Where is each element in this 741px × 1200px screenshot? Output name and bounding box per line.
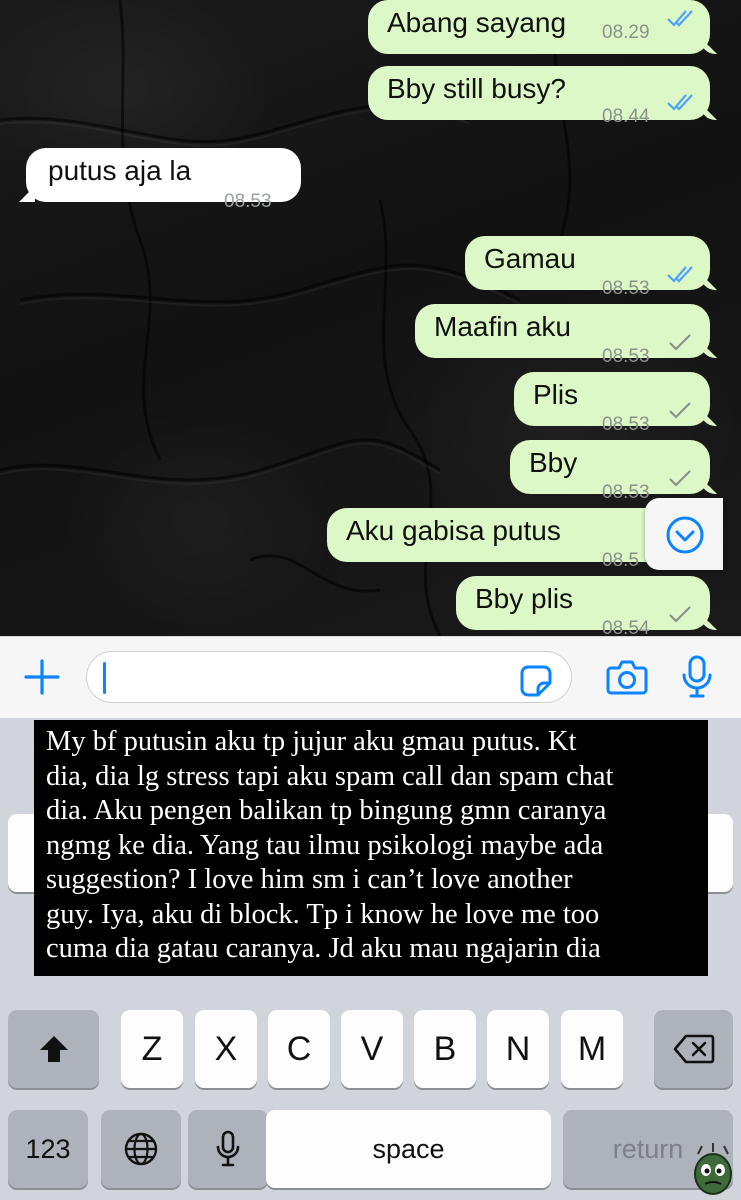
chat-area[interactable]: Abang sayang 08.29 Bby still busy? 08.44… — [0, 0, 741, 636]
message-bubble[interactable]: Abang sayang 08.29 — [368, 0, 710, 54]
message-input[interactable] — [105, 660, 505, 694]
globe-icon — [124, 1132, 158, 1166]
message-time: 08.44 — [602, 106, 650, 127]
caption-line: My bf putusin aku tp jujur aku gmau putu… — [46, 726, 577, 757]
message-text: Bby — [529, 447, 578, 478]
scroll-to-bottom-button[interactable] — [645, 498, 723, 570]
keyboard-key-c[interactable]: C — [268, 1010, 330, 1088]
message-bubble[interactable]: Maafin aku 08.53 — [415, 304, 710, 367]
camera-icon[interactable] — [605, 657, 649, 697]
message-time: 08.54 — [602, 618, 650, 636]
sent-check-icon — [669, 606, 691, 623]
message-composer — [0, 636, 741, 718]
sent-check-icon — [669, 334, 691, 351]
keyboard-key-b[interactable]: B — [414, 1010, 476, 1088]
shift-arrow-icon — [40, 1036, 68, 1062]
message-bubble[interactable]: putus aja la 08.53 — [26, 148, 301, 212]
numbers-key[interactable]: 123 — [8, 1110, 88, 1188]
chevron-down-circle-icon — [666, 516, 704, 554]
message-text: Gamau — [484, 243, 576, 274]
shift-key[interactable] — [8, 1010, 99, 1088]
caption-overlay: My bf putusin aku tp jujur aku gmau putu… — [34, 720, 708, 976]
keyboard-key-x[interactable]: X — [195, 1010, 257, 1088]
read-receipt-icon — [667, 10, 693, 27]
message-bubble[interactable]: Gamau 08.53 — [465, 236, 710, 299]
read-receipt-icon — [667, 266, 693, 283]
caption-line: guy. Iya, aku di block. Tp i know he lov… — [46, 898, 600, 930]
dictation-key[interactable] — [188, 1110, 268, 1188]
message-text: Bby still busy? — [387, 73, 566, 104]
message-bubble[interactable]: Bby plis 08.54 — [456, 576, 710, 636]
keyboard-key-v[interactable]: V — [341, 1010, 403, 1088]
message-bubble[interactable]: Bby 08.53 — [510, 440, 710, 503]
delete-key[interactable] — [654, 1010, 733, 1088]
backspace-icon — [673, 1034, 715, 1064]
caption-line: cuma dia gatau caranya. Jd aku mau ngaja… — [46, 933, 601, 964]
caption-line: dia. Aku pengen balikan tp bingung gmn c… — [46, 795, 607, 826]
keyboard-key-z[interactable]: Z — [121, 1010, 183, 1088]
message-input-wrapper[interactable] — [86, 651, 572, 703]
sent-check-icon — [669, 470, 691, 487]
message-time: 08.53 — [224, 191, 272, 212]
message-text: Plis — [533, 379, 579, 410]
read-receipt-icon — [667, 94, 693, 111]
message-text: Bby plis — [475, 583, 574, 614]
keyboard-key-m[interactable]: M — [561, 1010, 623, 1088]
microphone-icon[interactable] — [681, 655, 713, 699]
message-bubble[interactable]: Bby still busy? 08.44 — [368, 66, 710, 127]
cartoon-sticker-icon — [694, 1143, 732, 1195]
message-text: putus aja la — [48, 155, 192, 186]
caption-line: ngmg ke dia. Yang tau ilmu psikologi may… — [46, 829, 604, 861]
caption-line: dia, dia lg stress tapi aku spam call da… — [46, 760, 614, 792]
message-text: Maafin aku — [434, 311, 571, 342]
microphone-icon — [216, 1130, 240, 1167]
sticker-icon[interactable] — [519, 664, 553, 698]
message-text: Aku gabisa putus — [346, 515, 561, 546]
message-text: Abang sayang — [387, 7, 567, 38]
plus-icon[interactable] — [22, 657, 62, 697]
message-time: 08.29 — [602, 22, 650, 43]
space-key[interactable]: space — [266, 1110, 551, 1188]
caption-line: suggestion? I love him sm i can’t love a… — [46, 864, 573, 895]
keyboard-key-n[interactable]: N — [487, 1010, 549, 1088]
globe-key[interactable] — [101, 1110, 181, 1188]
message-bubble[interactable]: Plis 08.53 — [514, 372, 710, 435]
sent-check-icon — [669, 402, 691, 419]
